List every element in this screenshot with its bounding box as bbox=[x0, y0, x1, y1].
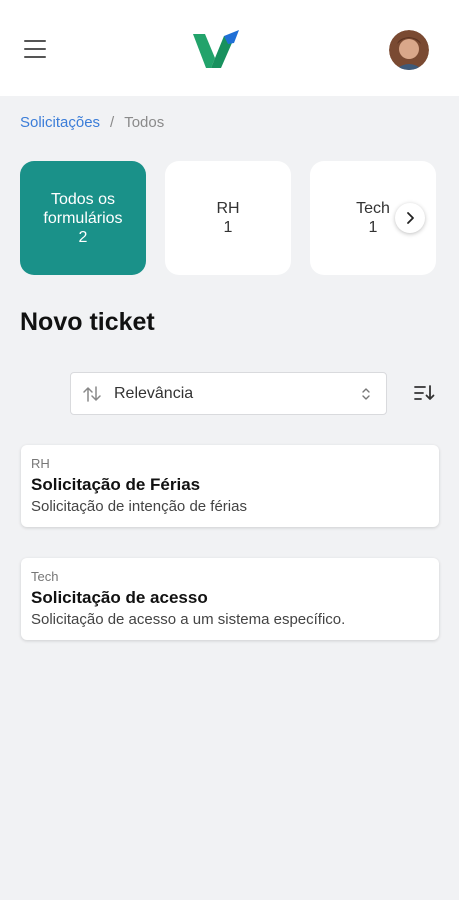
ticket-description: Solicitação de intenção de férias bbox=[31, 498, 247, 515]
breadcrumb: Solicitações / Todos bbox=[20, 114, 164, 131]
ticket-card-ferias[interactable]: RH Solicitação de Férias Solicitação de … bbox=[21, 445, 439, 527]
ticket-category: Tech bbox=[31, 569, 59, 584]
ticket-title: Solicitação de Férias bbox=[31, 475, 201, 494]
page-title: Novo ticket bbox=[20, 308, 155, 336]
user-avatar[interactable] bbox=[389, 30, 429, 70]
hamburger-menu-icon[interactable] bbox=[24, 40, 48, 60]
arrows-up-down-icon bbox=[83, 385, 101, 402]
breadcrumb-link-solicitacoes[interactable]: Solicitações bbox=[20, 114, 100, 131]
sort-select[interactable]: Relevância bbox=[70, 372, 387, 415]
category-label: Todos os formulários bbox=[43, 190, 123, 227]
breadcrumb-current: Todos bbox=[124, 114, 165, 131]
ticket-card-acesso[interactable]: Tech Solicitação de acesso Solicitação d… bbox=[21, 558, 439, 640]
ticket-category: RH bbox=[31, 456, 50, 471]
brand-logo-icon[interactable] bbox=[191, 30, 241, 72]
sort-order-icon[interactable] bbox=[412, 382, 436, 404]
chevron-right-icon bbox=[407, 212, 414, 224]
category-count: 1 bbox=[368, 219, 378, 236]
category-carousel: Todos os formulários 2 RH 1 Tech 1 bbox=[0, 160, 459, 276]
category-label: RH bbox=[216, 200, 240, 217]
category-label: Tech bbox=[356, 200, 390, 217]
category-count: 2 bbox=[78, 228, 88, 246]
ticket-title: Solicitação de acesso bbox=[31, 588, 208, 607]
category-count: 1 bbox=[223, 219, 233, 236]
ticket-description: Solicitação de acesso a um sistema espec… bbox=[31, 611, 346, 628]
breadcrumb-separator: / bbox=[110, 114, 115, 131]
app-header bbox=[0, 0, 459, 96]
category-card-rh[interactable]: RH 1 bbox=[165, 161, 291, 275]
sort-select-value: Relevância bbox=[114, 384, 194, 402]
category-card-todos[interactable]: Todos os formulários 2 bbox=[20, 161, 146, 275]
chevron-up-down-icon bbox=[362, 387, 370, 400]
carousel-next-button[interactable] bbox=[395, 203, 425, 233]
